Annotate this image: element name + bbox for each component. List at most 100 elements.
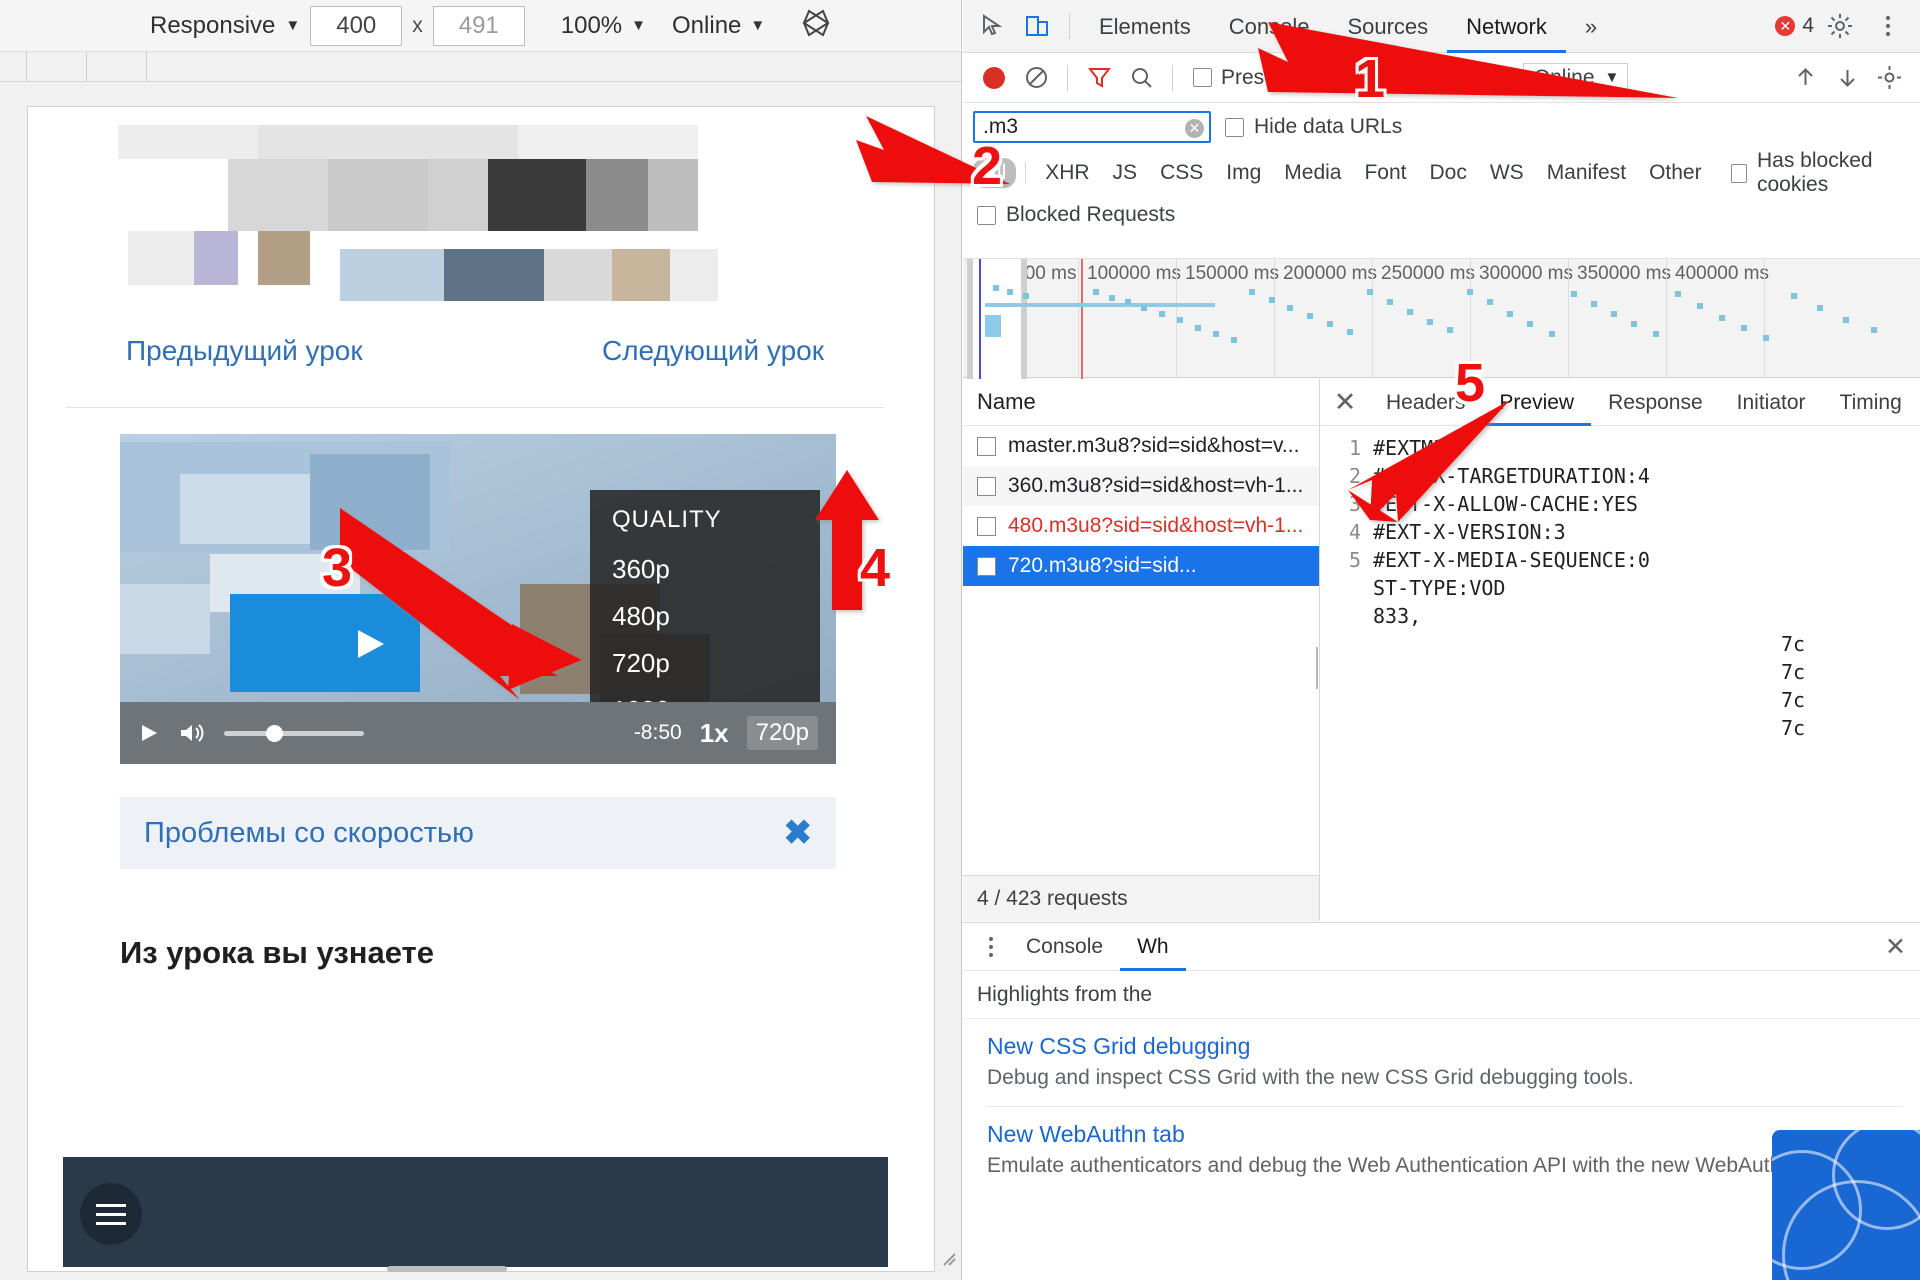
type-filter-js[interactable]: JS [1103, 158, 1148, 188]
preview-content[interactable]: 1 #EXTM3U 2 #EXT-X-TARGETDURATION:4 3 #E… [1321, 426, 1920, 742]
more-vertical-icon[interactable] [1866, 4, 1910, 48]
checkbox-box [1730, 163, 1747, 183]
close-icon[interactable]: ✖ [784, 813, 813, 853]
player-time-remaining: -8:50 [633, 721, 682, 744]
throttling-value: Online [1533, 65, 1595, 89]
viewport-horizontal-scrollbar[interactable] [27, 1264, 935, 1274]
overview-tick-labels: 50000 ms 100000 ms 150000 ms 200000 ms 2… [963, 259, 1920, 287]
row-checkbox[interactable] [977, 436, 996, 456]
overview-tick-7: 400000 ms [1675, 263, 1770, 284]
tab-console[interactable]: Console [1009, 923, 1120, 971]
disable-cache-checkbox[interactable]: Disable cache [1348, 66, 1509, 90]
viewport-resize-handle[interactable] [938, 1248, 956, 1266]
type-filter-doc[interactable]: Doc [1420, 158, 1477, 188]
emulated-viewport[interactable]: Предыдущий урок Следующий урок QUALITY 3… [27, 106, 935, 1272]
devtools-panel: Elements Console Sources Network » ✕ 4 P… [963, 0, 1920, 1280]
quality-option-480p[interactable]: 480p [590, 593, 820, 640]
type-filter-other[interactable]: Other [1639, 158, 1712, 188]
code-line: ST-TYPE:VOD [1321, 574, 1920, 602]
volume-slider[interactable] [224, 724, 364, 742]
record-stop-icon[interactable] [973, 57, 1015, 99]
close-drawer-icon[interactable]: ✕ [1885, 932, 1920, 962]
hide-data-urls-checkbox[interactable]: Hide data URLs [1225, 115, 1402, 139]
row-checkbox[interactable] [977, 476, 996, 496]
play-button-overlay[interactable] [230, 594, 420, 692]
type-filter-media[interactable]: Media [1274, 158, 1351, 188]
tab-preview[interactable]: Preview [1482, 379, 1591, 426]
type-filter-xhr[interactable]: XHR [1035, 158, 1099, 188]
whats-new-title[interactable]: New WebAuthn tab [987, 1121, 1902, 1148]
device-width-input[interactable]: 400 [310, 5, 403, 46]
tab-elements[interactable]: Elements [1080, 0, 1210, 53]
tab-timing[interactable]: Timing [1823, 379, 1919, 426]
quality-button[interactable]: 720p [746, 716, 818, 750]
play-icon[interactable] [138, 722, 160, 744]
volume-slider-handle[interactable] [266, 724, 283, 742]
network-throttling-select[interactable]: Online ▼ [1522, 62, 1629, 93]
type-filter-css[interactable]: CSS [1150, 158, 1213, 188]
tab-headers[interactable]: Headers [1369, 379, 1482, 426]
more-vertical-icon[interactable] [973, 936, 1009, 957]
type-filter-manifest[interactable]: Manifest [1537, 158, 1636, 188]
playback-speed-button[interactable]: 1x [700, 718, 729, 749]
viewport-ruler [0, 52, 961, 82]
import-har-icon[interactable] [1784, 57, 1826, 99]
video-player[interactable]: QUALITY 360p 480p 720p 1080p auto [120, 434, 836, 764]
tab-network[interactable]: Network [1447, 0, 1566, 53]
preserve-log-label: Preserve log [1221, 65, 1339, 89]
tab-sources[interactable]: Sources [1328, 0, 1447, 53]
next-lesson-link[interactable]: Следующий урок [602, 335, 824, 367]
inspect-element-icon[interactable] [971, 4, 1015, 48]
clear-filter-icon[interactable]: ✕ [1185, 119, 1204, 138]
preserve-log-checkbox[interactable]: Preserve log [1193, 66, 1339, 90]
overview-handle-right[interactable] [1021, 259, 1027, 379]
device-emulation-toolbar: Responsive ▼ 400 x 491 100% ▼ Online ▼ [0, 0, 961, 52]
network-overview-timeline[interactable]: 50000 ms 100000 ms 150000 ms 200000 ms 2… [963, 258, 1920, 379]
blocked-requests-checkbox[interactable]: Blocked Requests [963, 195, 1920, 235]
volume-icon[interactable] [178, 721, 206, 745]
previous-lesson-link[interactable]: Предыдущий урок [126, 335, 363, 367]
rotate-device-icon[interactable] [799, 6, 833, 45]
table-row[interactable]: 480.m3u8?sid=sid&host=vh-1... [963, 506, 1319, 546]
error-count-badge[interactable]: ✕ 4 [1775, 14, 1814, 38]
throttling-select[interactable]: Online ▼ [672, 12, 765, 40]
tab-response[interactable]: Response [1591, 379, 1720, 426]
more-tabs-button[interactable]: » [1566, 0, 1616, 53]
filter-input[interactable]: .m3 ✕ [973, 111, 1211, 143]
speed-banner-text[interactable]: Проблемы со скоростью [144, 817, 474, 850]
whats-new-title[interactable]: New CSS Grid debugging [987, 1033, 1902, 1060]
device-height-input[interactable]: 491 [432, 5, 525, 46]
quality-option-360p[interactable]: 360p [590, 546, 820, 593]
table-row[interactable]: master.m3u8?sid=sid&host=v... [963, 426, 1319, 466]
overview-tick-2: 150000 ms [1185, 263, 1280, 284]
quality-option-720p[interactable]: 720p [590, 640, 820, 687]
table-row[interactable]: 360.m3u8?sid=sid&host=vh-1... [963, 466, 1319, 506]
network-settings-icon[interactable] [1868, 57, 1910, 99]
line-text: #EXT-X-MEDIA-SEQUENCE:0 [1373, 548, 1650, 572]
type-filter-ws[interactable]: WS [1480, 158, 1534, 188]
tab-initiator[interactable]: Initiator [1720, 379, 1823, 426]
type-filter-font[interactable]: Font [1354, 158, 1416, 188]
has-blocked-cookies-checkbox[interactable]: Has blocked cookies [1730, 149, 1920, 197]
export-har-icon[interactable] [1826, 57, 1868, 99]
clear-icon[interactable] [1015, 57, 1057, 99]
row-checkbox[interactable] [977, 556, 996, 576]
gear-icon[interactable] [1818, 4, 1862, 48]
line-text: #EXT-X-ALLOW-CACHE:YES [1373, 492, 1638, 516]
tab-whats-new[interactable]: Wh [1120, 923, 1186, 971]
device-toolbar-icon[interactable] [1015, 4, 1059, 48]
row-checkbox[interactable] [977, 516, 996, 536]
lesson-thumbnail-strip [88, 125, 808, 301]
hamburger-menu-icon[interactable] [80, 1183, 142, 1245]
table-row[interactable]: 720.m3u8?sid=sid... [963, 546, 1319, 586]
search-icon[interactable] [1120, 57, 1162, 99]
filter-funnel-icon[interactable] [1078, 57, 1120, 99]
device-preset-select[interactable]: Responsive ▼ [150, 12, 300, 40]
zoom-select[interactable]: 100% ▼ [561, 12, 646, 40]
tab-console[interactable]: Console [1210, 0, 1329, 53]
request-column-header[interactable]: Name [963, 379, 1319, 426]
type-filter-img[interactable]: Img [1216, 158, 1271, 188]
close-icon[interactable]: ✕ [1321, 387, 1369, 418]
type-filter-all[interactable]: All [973, 158, 1017, 188]
overview-handle-left[interactable] [967, 259, 973, 379]
